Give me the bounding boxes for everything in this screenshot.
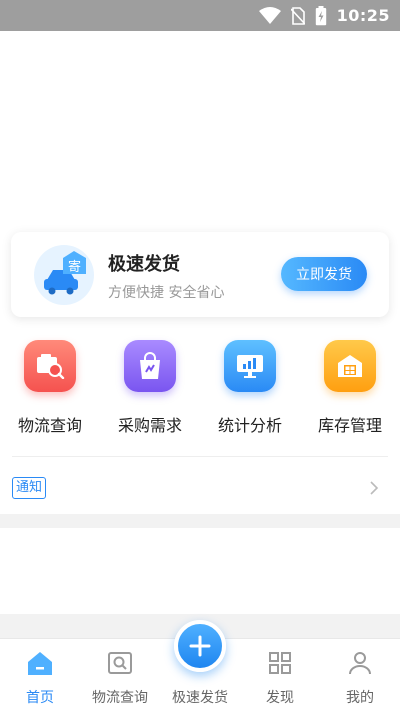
quick-label-statistics: 统计分析: [217, 416, 282, 435]
grid-icon: [269, 652, 291, 674]
battery-icon: [315, 5, 326, 25]
quick-item-statistics[interactable]: 统计分析: [200, 340, 300, 440]
warehouse-icon: [324, 340, 376, 392]
tab-label-discover: 发现: [266, 690, 294, 706]
status-icons: 10:25: [258, 0, 390, 31]
status-time: 10:25: [336, 6, 390, 25]
quick-item-logistics[interactable]: 物流查询: [0, 340, 100, 440]
divider: [12, 456, 388, 457]
statistics-chart-icon: [224, 340, 276, 392]
logistics-search-icon: [24, 340, 76, 392]
wifi-icon: [258, 6, 281, 24]
user-icon: [349, 652, 371, 675]
delivery-van-icon: 寄: [34, 245, 94, 305]
notice-tag: 通知: [12, 477, 47, 499]
tab-logistics[interactable]: 物流查询: [80, 639, 160, 711]
notice-bar[interactable]: 通知: [0, 472, 400, 506]
chevron-right-icon: [370, 481, 379, 495]
ship-card-title: 极速发货: [108, 254, 180, 275]
tab-label-home: 首页: [26, 690, 54, 706]
section-separator: [0, 514, 400, 528]
tab-discover[interactable]: 发现: [240, 639, 320, 711]
ship-card-subtitle: 方便快捷 安全省心: [108, 285, 225, 301]
shopping-bag-icon: [124, 340, 176, 392]
ship-now-button[interactable]: 立即发货: [281, 257, 367, 291]
tab-label-profile: 我的: [346, 690, 374, 706]
quick-label-inventory: 库存管理: [317, 416, 382, 435]
tab-home[interactable]: 首页: [0, 639, 80, 711]
status-bar: 10:25: [0, 0, 400, 31]
ship-icon-text: 寄: [68, 259, 81, 275]
quick-label-purchase: 采购需求: [117, 416, 182, 435]
tab-label-express: 极速发货: [172, 690, 228, 706]
search-box-icon: [108, 652, 132, 674]
tab-profile[interactable]: 我的: [320, 639, 400, 711]
no-sim-icon: [290, 6, 305, 25]
plus-icon: [189, 635, 211, 657]
tab-label-logistics: 物流查询: [92, 690, 148, 706]
quick-label-logistics: 物流查询: [17, 416, 82, 435]
quick-item-inventory[interactable]: 库存管理: [300, 340, 400, 440]
home-icon: [28, 652, 52, 675]
express-shipping-card[interactable]: 寄 极速发货 方便快捷 安全省心 立即发货: [11, 232, 389, 317]
banner-area: [0, 31, 400, 231]
quick-item-purchase[interactable]: 采购需求: [100, 340, 200, 440]
express-shipping-fab[interactable]: [174, 620, 226, 672]
quick-menu: 物流查询 采购需求 统计分析 库存管理: [0, 340, 400, 440]
